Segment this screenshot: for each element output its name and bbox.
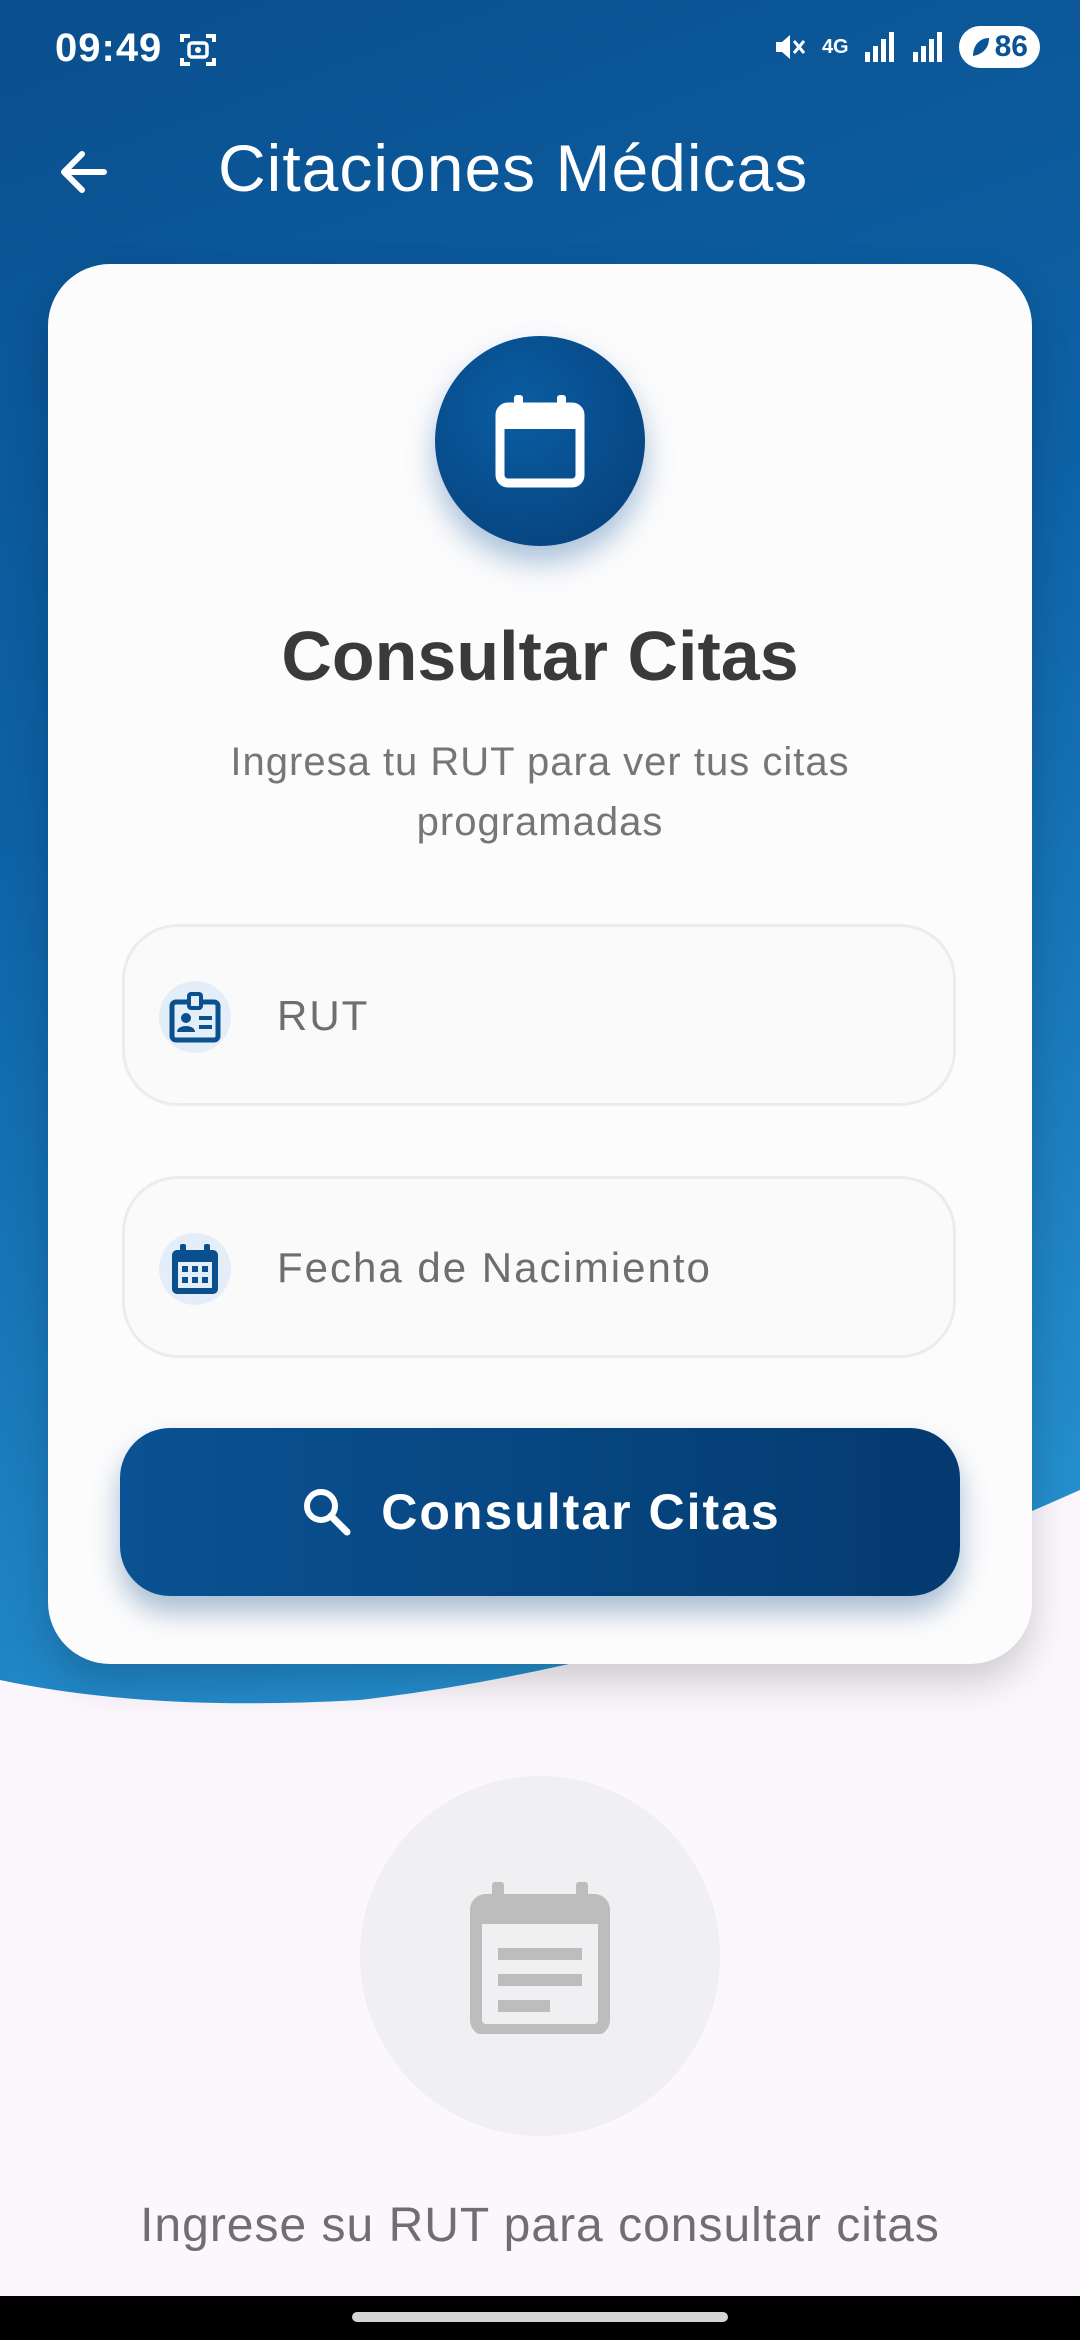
app-bar: Citaciones Médicas [0,100,1080,240]
status-time: 09:49 [55,26,163,70]
birthdate-field[interactable] [122,1176,956,1358]
consult-button[interactable]: Consultar Citas [120,1428,960,1596]
signal-icon [864,32,894,62]
network-type-label: 4G [821,36,849,58]
card-title: Consultar Citas [281,617,799,695]
status-bar: 09:49 4G 86 [0,0,1080,100]
battery-icon: 86 [958,26,1040,68]
screen-record-icon [180,34,216,66]
signal-icon [912,32,942,62]
search-icon [304,1489,351,1536]
calendar-grid-icon [159,1233,231,1305]
page-title: Citaciones Médicas [218,131,809,205]
leaf-icon [972,38,989,56]
card-subtitle: Ingresa tu RUT para ver tus citas progra… [230,740,850,844]
birthdate-input[interactable] [275,1227,919,1309]
empty-state-illustration [360,1776,720,2136]
battery-level: 86 [994,30,1028,63]
calendar-icon [495,395,585,488]
consult-card: Consultar Citas Ingresa tu RUT para ver … [48,264,1032,1664]
calendar-badge [435,336,645,546]
mute-icon [775,35,806,59]
back-arrow-icon [61,151,107,193]
empty-state-message: Ingrese su RUT para consultar citas [140,2199,940,2252]
id-card-icon [159,981,231,1053]
back-button[interactable] [48,136,120,208]
home-indicator[interactable] [352,2312,728,2322]
status-icons: 4G 86 [772,26,1040,68]
document-calendar-icon [470,1882,610,2034]
consult-button-label: Consultar Citas [381,1484,781,1540]
rut-input[interactable] [275,975,919,1057]
rut-field[interactable] [122,924,956,1106]
